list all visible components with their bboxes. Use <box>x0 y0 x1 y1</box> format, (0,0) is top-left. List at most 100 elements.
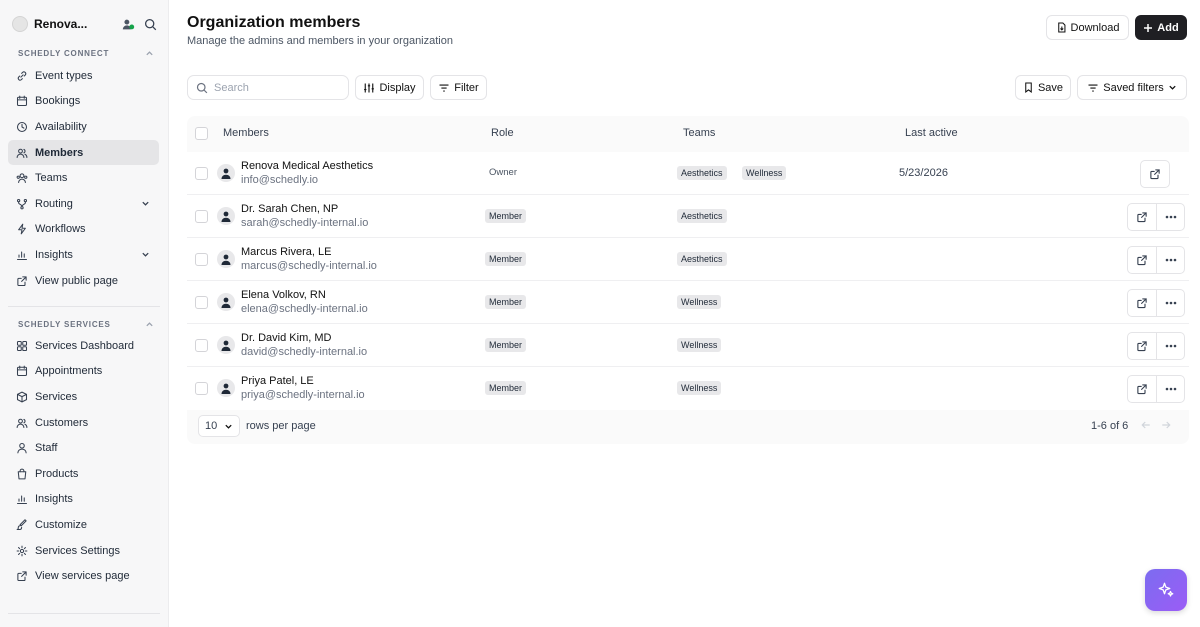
team-badge: Wellness <box>677 338 722 352</box>
header-teams[interactable]: Teams <box>683 127 715 139</box>
select-all-checkbox[interactable] <box>195 127 208 140</box>
sidebar-item-bookings[interactable]: Bookings <box>8 89 159 115</box>
avatar <box>217 207 235 225</box>
sidebar-item-view-services-page[interactable]: View services page <box>8 563 159 589</box>
table-row[interactable]: Priya Patel, LE priya@schedly-internal.io… <box>187 367 1189 410</box>
display-button[interactable]: Display <box>355 75 424 100</box>
sparkles-icon <box>1158 582 1174 597</box>
rows-per-page-select[interactable]: 10 <box>198 415 240 437</box>
team-badge: Aesthetics <box>677 166 727 180</box>
external-link-icon[interactable] <box>1128 333 1156 359</box>
more-options-icon[interactable] <box>1156 247 1184 273</box>
org-avatar <box>12 16 28 32</box>
sidebar-item-routing[interactable]: Routing <box>8 191 159 217</box>
more-options-icon[interactable] <box>1156 290 1184 316</box>
header-last-active[interactable]: Last active <box>905 127 958 139</box>
sidebar-item-label: Customize <box>35 518 87 531</box>
row-actions <box>1127 246 1185 274</box>
calendar-icon <box>15 364 29 378</box>
filter-button[interactable]: Filter <box>430 75 487 100</box>
chevron-down-icon <box>1169 85 1176 90</box>
external-link-icon[interactable] <box>1128 247 1156 273</box>
more-options-icon[interactable] <box>1156 204 1184 230</box>
download-button[interactable]: Download <box>1046 15 1129 40</box>
filter-icon <box>439 83 449 92</box>
save-button[interactable]: Save <box>1015 75 1071 100</box>
display-label: Display <box>379 81 416 94</box>
external-link-icon[interactable] <box>1128 290 1156 316</box>
table-row[interactable]: Elena Volkov, RN elena@schedly-internal.i… <box>187 281 1189 324</box>
sidebar-item-customize[interactable]: Customize <box>8 512 159 538</box>
sidebar-item-insights[interactable]: Insights <box>8 487 159 513</box>
sidebar-item-workflows[interactable]: Workflows <box>8 217 159 243</box>
row-checkbox[interactable] <box>195 296 208 309</box>
rows-per-page-label: rows per page <box>246 420 316 432</box>
dashboard-icon <box>15 339 29 353</box>
search-icon[interactable] <box>142 16 158 32</box>
sidebar-item-label: Insights <box>35 248 73 261</box>
search-input[interactable] <box>214 81 334 94</box>
avatar <box>217 293 235 311</box>
brush-icon <box>15 518 29 532</box>
saved-filters-label: Saved filters <box>1103 81 1164 94</box>
row-actions <box>1127 332 1185 360</box>
row-checkbox[interactable] <box>195 253 208 266</box>
sidebar-item-services-settings[interactable]: Services Settings <box>8 538 159 564</box>
page-subtitle: Manage the admins and members in your or… <box>187 35 453 47</box>
row-checkbox[interactable] <box>195 167 208 180</box>
sidebar-item-availability[interactable]: Availability <box>8 114 159 140</box>
add-button[interactable]: Add <box>1135 15 1187 40</box>
sidebar-item-event-types[interactable]: Event types <box>8 63 159 89</box>
sidebar-divider <box>8 306 160 307</box>
table-row[interactable]: Renova Medical Aesthetics info@schedly.io… <box>187 152 1189 195</box>
rows-per-page-value: 10 <box>205 420 218 432</box>
sidebar-item-label: Products <box>35 467 79 480</box>
member-name: Priya Patel, LE <box>241 375 314 387</box>
sidebar-item-insights[interactable]: Insights <box>8 242 159 268</box>
external-link-icon[interactable] <box>1141 161 1169 187</box>
add-label: Add <box>1157 21 1179 34</box>
org-name: Renova... <box>34 17 88 31</box>
org-switcher[interactable]: Renova... <box>12 14 158 34</box>
sidebar-item-products[interactable]: Products <box>8 461 159 487</box>
sidebar-item-customers[interactable]: Customers <box>8 410 159 436</box>
ai-assistant-button[interactable] <box>1145 569 1187 611</box>
avatar <box>217 250 235 268</box>
header-members[interactable]: Members <box>223 127 269 139</box>
sidebar-item-view-public-page[interactable]: View public page <box>8 268 159 294</box>
sidebar-item-label: Customers <box>35 416 89 429</box>
user-status-icon[interactable] <box>120 16 136 32</box>
sidebar-item-services[interactable]: Services <box>8 384 159 410</box>
header-role[interactable]: Role <box>491 127 514 139</box>
more-options-icon[interactable] <box>1156 376 1184 402</box>
external-link-icon[interactable] <box>1128 376 1156 402</box>
more-options-icon[interactable] <box>1156 333 1184 359</box>
team-badge: Wellness <box>677 295 722 309</box>
sidebar-item-services-dashboard[interactable]: Services Dashboard <box>8 333 159 359</box>
row-actions <box>1140 160 1170 188</box>
saved-filters-button[interactable]: Saved filters <box>1077 75 1187 100</box>
sidebar-item-appointments[interactable]: Appointments <box>8 359 159 385</box>
row-checkbox[interactable] <box>195 210 208 223</box>
table-row[interactable]: Dr. David Kim, MD david@schedly-internal.… <box>187 324 1189 367</box>
prev-page-icon[interactable] <box>1140 419 1152 434</box>
nav-connect: Event types Bookings Availability Members Te… <box>8 63 159 293</box>
row-actions <box>1127 203 1185 231</box>
section-title-services: SCHEDLY SERVICES <box>18 320 111 329</box>
table-row[interactable]: Dr. Sarah Chen, NP sarah@schedly-internal… <box>187 195 1189 238</box>
row-checkbox[interactable] <box>195 382 208 395</box>
sidebar-item-members[interactable]: Members <box>8 139 159 166</box>
link-icon <box>15 69 29 83</box>
table-row[interactable]: Marcus Rivera, LE marcus@schedly-internal… <box>187 238 1189 281</box>
section-header-connect[interactable]: SCHEDLY CONNECT <box>18 49 154 58</box>
section-header-services[interactable]: SCHEDLY SERVICES <box>18 320 154 329</box>
sidebar-item-teams[interactable]: Teams <box>8 165 159 191</box>
next-page-icon[interactable] <box>1160 419 1172 434</box>
sidebar-item-label: Workflows <box>35 223 86 236</box>
row-checkbox[interactable] <box>195 339 208 352</box>
sidebar-item-staff[interactable]: Staff <box>8 435 159 461</box>
role-badge: Member <box>485 338 527 352</box>
external-link-icon[interactable] <box>1128 204 1156 230</box>
search-box[interactable] <box>187 75 349 100</box>
chevron-down-icon <box>225 424 232 429</box>
